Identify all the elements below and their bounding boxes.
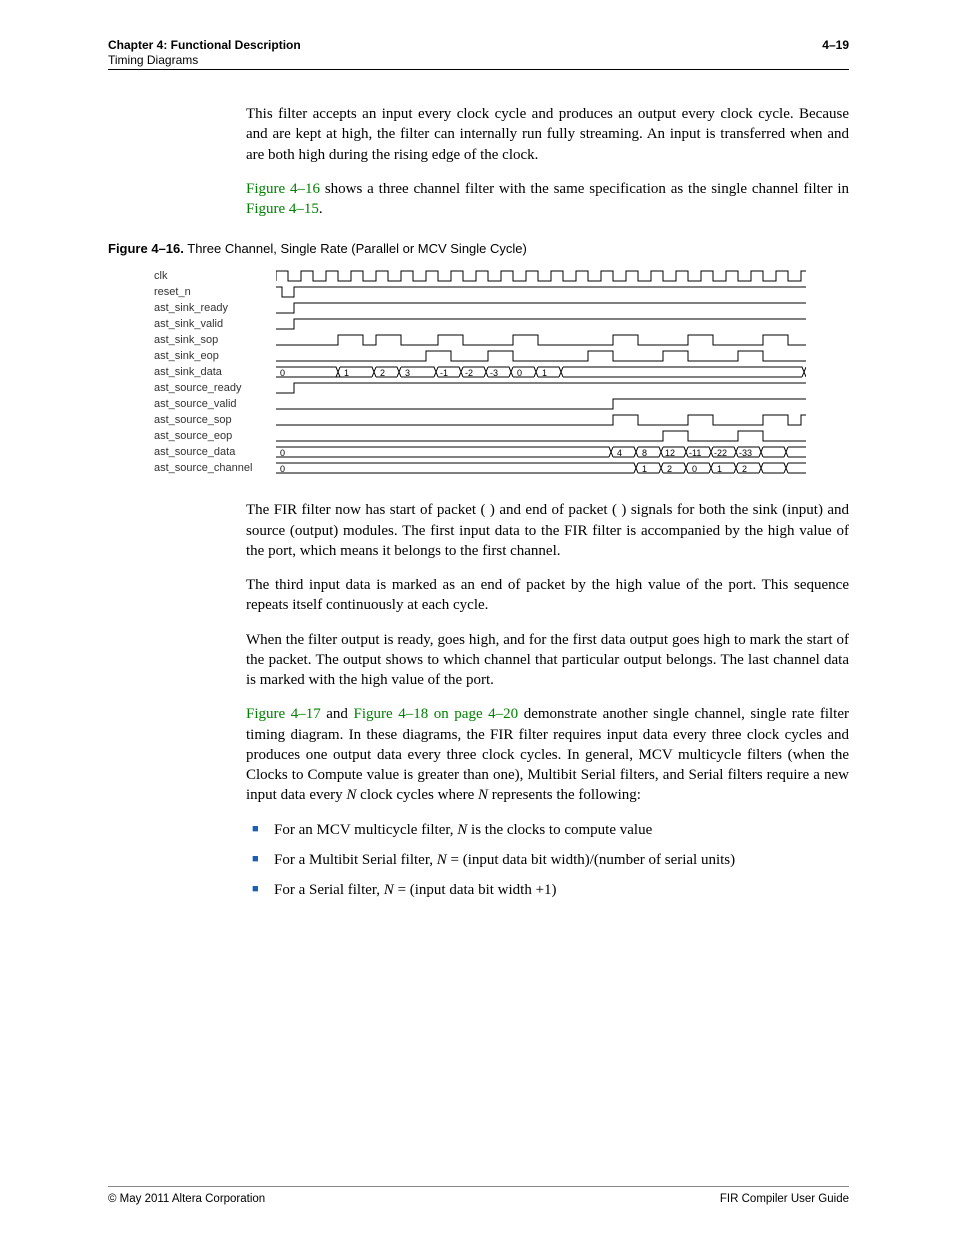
figure-4-17-link[interactable]: Figure 4–17 — [246, 706, 321, 722]
figure-4-16-link[interactable]: Figure 4–16 — [246, 181, 320, 197]
figure-4-15-link[interactable]: Figure 4–15 — [246, 201, 319, 217]
signal-reset-n: reset_n — [154, 286, 276, 298]
wave-ast-source-sop — [276, 413, 849, 427]
wave-ast-source-channel: 0 1 2 0 1 2 — [276, 461, 849, 475]
svg-text:2: 2 — [380, 368, 385, 378]
wave-ast-sink-sop — [276, 333, 849, 347]
svg-text:4: 4 — [617, 448, 622, 458]
wave-ast-source-ready — [276, 381, 849, 395]
svg-text:-22: -22 — [714, 448, 727, 458]
signal-ast-source-ready: ast_source_ready — [154, 382, 276, 394]
svg-text:3: 3 — [405, 368, 410, 378]
footer-left: © May 2011 Altera Corporation — [108, 1193, 265, 1205]
svg-text:12: 12 — [665, 448, 675, 458]
svg-text:-33: -33 — [739, 448, 752, 458]
svg-text:0: 0 — [280, 464, 285, 474]
svg-text:-1: -1 — [440, 368, 448, 378]
svg-text:2: 2 — [742, 464, 747, 474]
signal-ast-sink-eop: ast_sink_eop — [154, 350, 276, 362]
svg-text:0: 0 — [692, 464, 697, 474]
timing-diagram: clk reset_n ast_sink_ready a — [154, 268, 849, 476]
wave-ast-source-eop — [276, 429, 849, 443]
wave-ast-sink-eop — [276, 349, 849, 363]
header-section: Timing Diagrams — [108, 53, 301, 67]
signal-ast-source-sop: ast_source_sop — [154, 414, 276, 426]
wave-ast-sink-data: 0 1 2 3 -1 -2 -3 0 1 — [276, 365, 849, 379]
svg-text:0: 0 — [280, 448, 285, 458]
bullet-list: For an MCV multicycle filter, N is the c… — [246, 820, 849, 901]
bullet-2: For a Multibit Serial filter, N = (input… — [246, 850, 849, 870]
header-chapter: Chapter 4: Functional Description — [108, 38, 301, 52]
svg-text:2: 2 — [667, 464, 672, 474]
signal-ast-source-channel: ast_source_channel — [154, 462, 276, 474]
wave-ast-sink-ready — [276, 301, 849, 315]
signal-ast-sink-ready: ast_sink_ready — [154, 302, 276, 314]
bullet-1: For an MCV multicycle filter, N is the c… — [246, 820, 849, 840]
paragraph-2: Figure 4–16 shows a three channel filter… — [246, 179, 849, 220]
svg-text:1: 1 — [717, 464, 722, 474]
svg-text:1: 1 — [344, 368, 349, 378]
svg-text:-3: -3 — [490, 368, 498, 378]
svg-text:-2: -2 — [465, 368, 473, 378]
wave-ast-source-valid — [276, 397, 849, 411]
svg-text:1: 1 — [542, 368, 547, 378]
wave-ast-sink-valid — [276, 317, 849, 331]
wave-ast-source-data: 0 4 8 12 -11 -22 -33 — [276, 445, 849, 459]
signal-ast-sink-data: ast_sink_data — [154, 366, 276, 378]
paragraph-4: The third input data is marked as an end… — [246, 575, 849, 616]
page-footer: © May 2011 Altera Corporation FIR Compil… — [108, 1186, 849, 1205]
paragraph-6: Figure 4–17 and Figure 4–18 on page 4–20… — [246, 704, 849, 805]
svg-text:-11: -11 — [689, 448, 701, 458]
bullet-3: For a Serial filter, N = (input data bit… — [246, 880, 849, 900]
svg-text:0: 0 — [517, 368, 522, 378]
svg-text:1: 1 — [642, 464, 647, 474]
paragraph-5: When the filter output is ready, goes hi… — [246, 630, 849, 691]
signal-clk: clk — [154, 270, 276, 282]
figure-4-18-link[interactable]: Figure 4–18 on page 4–20 — [353, 706, 518, 722]
footer-right: FIR Compiler User Guide — [720, 1193, 849, 1205]
signal-ast-sink-valid: ast_sink_valid — [154, 318, 276, 330]
svg-text:8: 8 — [642, 448, 647, 458]
svg-text:0: 0 — [280, 368, 285, 378]
figure-caption: Figure 4–16. Three Channel, Single Rate … — [108, 241, 849, 256]
signal-ast-source-eop: ast_source_eop — [154, 430, 276, 442]
header-page-number: 4–19 — [822, 38, 849, 67]
page-header: Chapter 4: Functional Description Timing… — [108, 38, 849, 70]
paragraph-3: The FIR filter now has start of packet (… — [246, 500, 849, 561]
signal-ast-source-data: ast_source_data — [154, 446, 276, 458]
signal-ast-source-valid: ast_source_valid — [154, 398, 276, 410]
wave-clk — [276, 269, 849, 283]
signal-ast-sink-sop: ast_sink_sop — [154, 334, 276, 346]
paragraph-1: This filter accepts an input every clock… — [246, 104, 849, 165]
wave-reset-n — [276, 285, 849, 299]
